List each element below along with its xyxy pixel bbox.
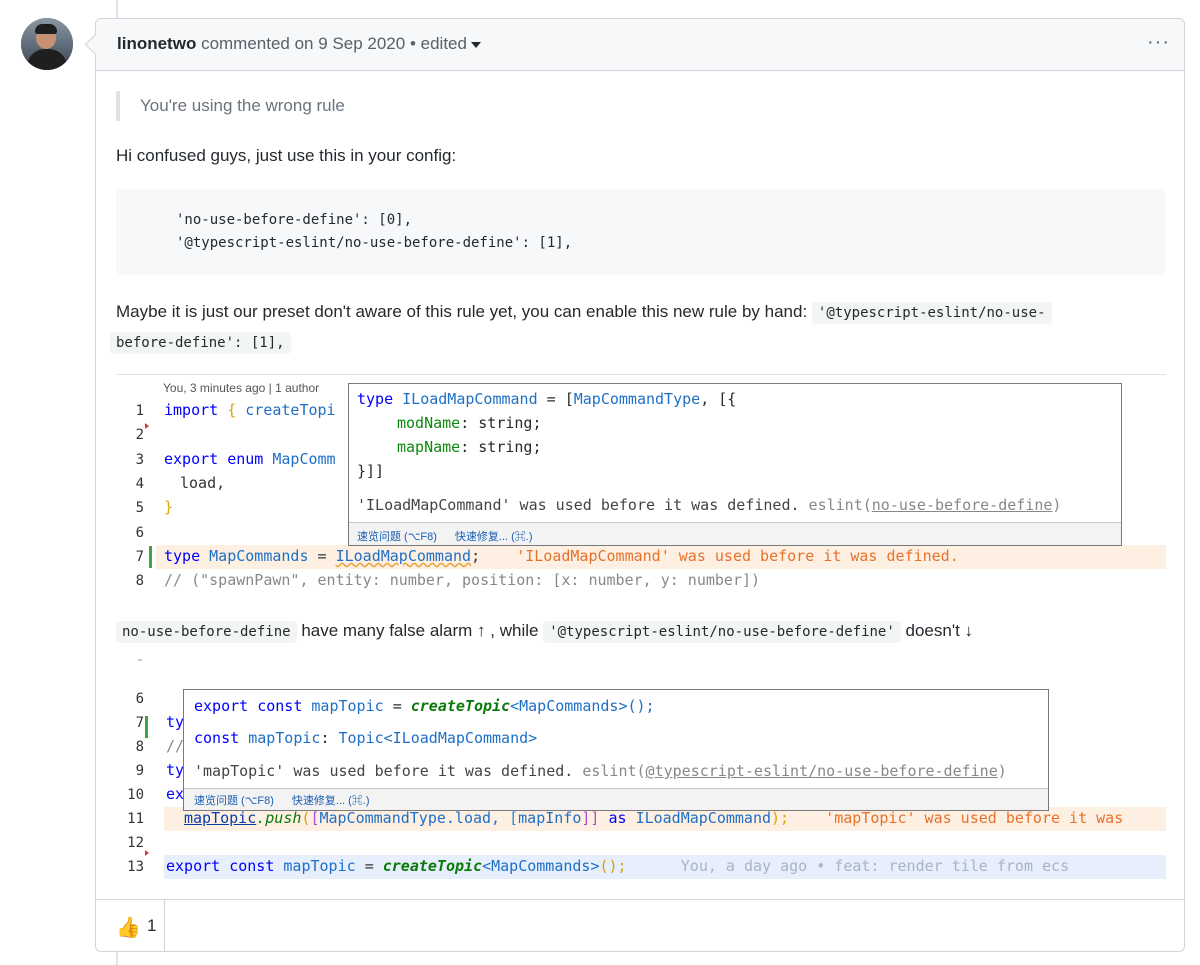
code-line: 'no-use-before-define': [0],: [176, 212, 413, 228]
line-number: 6: [135, 691, 144, 707]
config-code-block: 'no-use-before-define': [0], '@typescrip…: [116, 189, 1166, 275]
line-number: 8: [135, 739, 144, 755]
inline-code: no-use-before-define: [116, 621, 297, 643]
meta-separator: •: [409, 34, 416, 53]
comment-card: linonetwo commented on 9 Sep 2020 • edit…: [95, 18, 1185, 952]
inline-code: '@typescript-eslint/no-use-: [811, 302, 1052, 324]
hover-popup-1: type ILoadMapCommand = [MapCommandType, …: [348, 383, 1122, 546]
code-line-4: load,: [180, 474, 226, 492]
code-line-5: }: [164, 498, 174, 516]
code-line-8: // ("spawnPawn", entity: number, positio…: [164, 571, 761, 589]
peek-problem-action[interactable]: 速览问题 (⌥F8): [357, 531, 437, 543]
code-fragment: ex: [166, 785, 185, 803]
line-number: 13: [127, 859, 144, 875]
popup-actions: 速览问题 (⌥F8) 快速修复... (⌘.): [357, 528, 1121, 544]
thumbs-up-reaction-button[interactable]: 👍 1: [96, 900, 165, 952]
line-number: 6: [135, 525, 144, 541]
comment-action: commented on: [201, 34, 314, 53]
editor-screenshot-1: You, 3 minutes ago | 1 author 1 2 3 4 5 …: [116, 374, 1166, 590]
line-number: 1: [135, 403, 144, 419]
caret-down-icon: [470, 41, 481, 48]
line-number: 12: [127, 835, 144, 851]
line-number: -: [135, 654, 144, 668]
code-line-1: import { createTopi: [164, 401, 336, 419]
maybe-text-part: Maybe it is just our preset don't aware …: [116, 302, 808, 321]
comment-header: linonetwo commented on 9 Sep 2020 • edit…: [96, 19, 1184, 71]
type-preview: type ILoadMapCommand = [MapCommandType, …: [349, 384, 1121, 487]
line-number: 10: [127, 787, 144, 803]
code-fragment: ty: [166, 713, 185, 731]
inline-code: '@typescript-eslint/no-use-before-define…: [543, 621, 901, 643]
hover-popup-2: export const mapTopic = createTopic<MapC…: [183, 689, 1049, 811]
reaction-count: 1: [147, 916, 157, 935]
code-line-7: type MapCommands = ILoadMapCommand; 'ILo…: [164, 547, 959, 565]
edited-dropdown[interactable]: edited: [421, 34, 481, 53]
code-fragment: //: [166, 737, 185, 755]
type-preview: const mapTopic: Topic<ILoadMapCommand>: [184, 722, 1048, 755]
line-number: 7: [135, 715, 144, 731]
comment-author[interactable]: linonetwo: [117, 34, 196, 53]
line-number: 3: [135, 452, 144, 468]
peek-problem-action[interactable]: 速览问题 (⌥F8): [194, 795, 274, 807]
line-number: 11: [127, 811, 144, 827]
diagnostic-message: 'ILoadMapCommand' was used before it was…: [349, 486, 1121, 523]
code-line: '@typescript-eslint/no-use-before-define…: [176, 235, 573, 251]
rule-link[interactable]: @typescript-eslint/no-use-before-define: [646, 762, 998, 780]
maybe-text-cont: before-define': [1],: [110, 327, 291, 358]
false-alarm-text: no-use-before-define have many false ala…: [116, 616, 973, 647]
more-options-icon[interactable]: ···: [1147, 31, 1170, 54]
code-line-13: export const mapTopic = createTopic<MapC…: [166, 857, 1070, 875]
editor-screenshot-2: - 6 7 8 9 10 11 12 13 14 ty // ty ex map…: [116, 654, 1166, 884]
git-change-marker: [145, 716, 148, 738]
code-line-11: mapTopic.push([MapCommandType.load, [map…: [184, 809, 1124, 827]
code-fragment: ty: [166, 761, 185, 779]
rule-link[interactable]: no-use-before-define: [872, 496, 1053, 514]
blockquote: You're using the wrong rule: [116, 91, 345, 121]
line-number: 9: [135, 763, 144, 779]
diagnostic-message: 'mapTopic' was used before it was define…: [184, 754, 1048, 789]
popup-actions: 速览问题 (⌥F8) 快速修复... (⌘.): [194, 792, 1048, 808]
comment-meta: linonetwo commented on 9 Sep 2020 • edit…: [117, 34, 481, 54]
inline-code: before-define': [1],: [110, 332, 291, 354]
line-number: 5: [135, 500, 144, 516]
intro-text: Hi confused guys, just use this in your …: [116, 146, 457, 165]
codelens-blame: You, 3 minutes ago | 1 author: [163, 381, 320, 395]
maybe-text: Maybe it is just our preset don't aware …: [116, 297, 1052, 328]
line-number: 14: [116, 883, 144, 884]
reactions-bar: 👍 1: [96, 899, 1184, 952]
line-number: 4: [135, 476, 144, 492]
folding-arrow-icon: [145, 423, 149, 429]
line-number: 2: [135, 427, 144, 443]
definition-preview: export const mapTopic = createTopic<MapC…: [184, 690, 1048, 723]
thumbs-up-icon: 👍: [116, 917, 141, 939]
git-change-marker: [149, 546, 152, 568]
folding-arrow-icon: [145, 850, 149, 856]
edited-label: edited: [420, 34, 467, 53]
line-number: 8: [135, 573, 144, 589]
avatar[interactable]: [21, 18, 73, 70]
comment-date[interactable]: 9 Sep 2020: [318, 34, 405, 53]
line-number: 7: [135, 549, 144, 565]
quick-fix-action[interactable]: 快速修复... (⌘.): [292, 795, 370, 807]
code-line-3: export enum MapComm: [164, 450, 336, 468]
quick-fix-action[interactable]: 快速修复... (⌘.): [455, 531, 533, 543]
